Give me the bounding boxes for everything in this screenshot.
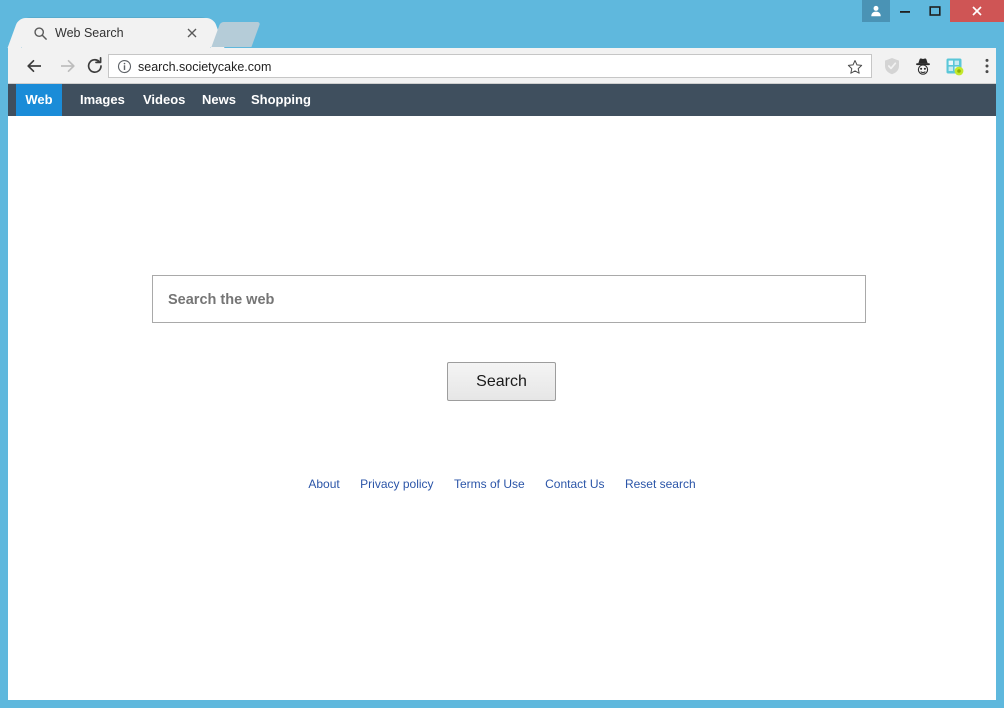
footer-link-contact-us[interactable]: Contact Us xyxy=(545,477,604,491)
incognito-hat-icon[interactable] xyxy=(913,56,933,76)
star-outline-icon[interactable] xyxy=(847,59,863,75)
search-input[interactable]: Search the web xyxy=(152,275,866,323)
nav-item-label: Images xyxy=(80,92,125,107)
title-bar: Web Search xyxy=(0,0,1004,48)
magnifier-icon xyxy=(33,26,48,41)
nav-item-label: Shopping xyxy=(251,92,311,107)
three-dot-menu-icon[interactable] xyxy=(978,56,996,76)
search-button[interactable]: Search xyxy=(447,362,556,401)
footer-link-privacy-policy[interactable]: Privacy policy xyxy=(360,477,433,491)
nav-item-web[interactable]: Web xyxy=(16,84,62,116)
browser-tab[interactable]: Web Search xyxy=(22,18,210,48)
info-circle-icon[interactable] xyxy=(117,59,132,74)
nav-item-images[interactable]: Images xyxy=(80,84,125,116)
tab-close-icon[interactable] xyxy=(184,25,200,41)
maximize-icon[interactable] xyxy=(920,0,950,22)
window-controls xyxy=(862,0,1004,22)
url-text: search.societycake.com xyxy=(138,58,271,76)
footer-links: About Privacy policy Terms of Use Contac… xyxy=(8,475,996,493)
footer-link-reset-search[interactable]: Reset search xyxy=(625,477,696,491)
tab-strip: Web Search xyxy=(0,0,860,48)
site-navigation-bar: Web Images Videos News Shopping xyxy=(8,84,996,116)
back-button[interactable] xyxy=(24,55,46,77)
page-viewport: Web Images Videos News Shopping Search t… xyxy=(8,84,996,700)
close-icon[interactable] xyxy=(950,0,1004,22)
nav-item-news[interactable]: News xyxy=(202,84,236,116)
browser-toolbar: search.societycake.com xyxy=(8,48,996,84)
forward-button xyxy=(56,55,78,77)
minimize-icon[interactable] xyxy=(890,0,920,22)
footer-link-about[interactable]: About xyxy=(308,477,339,491)
nav-item-label: News xyxy=(202,92,236,107)
footer-link-terms-of-use[interactable]: Terms of Use xyxy=(454,477,525,491)
user-avatar-icon[interactable] xyxy=(862,0,890,22)
search-input-placeholder: Search the web xyxy=(168,290,274,310)
nav-item-label: Web xyxy=(25,92,52,107)
reload-button[interactable] xyxy=(84,55,106,77)
address-bar[interactable]: search.societycake.com xyxy=(108,54,872,78)
nav-item-label: Videos xyxy=(143,92,185,107)
browser-window: Web Search xyxy=(0,0,1004,708)
shield-icon[interactable] xyxy=(882,56,902,76)
color-app-icon[interactable] xyxy=(944,56,964,76)
nav-item-videos[interactable]: Videos xyxy=(143,84,185,116)
tab-title: Web Search xyxy=(55,25,177,41)
nav-item-shopping[interactable]: Shopping xyxy=(251,84,311,116)
new-tab-button[interactable] xyxy=(211,22,260,47)
